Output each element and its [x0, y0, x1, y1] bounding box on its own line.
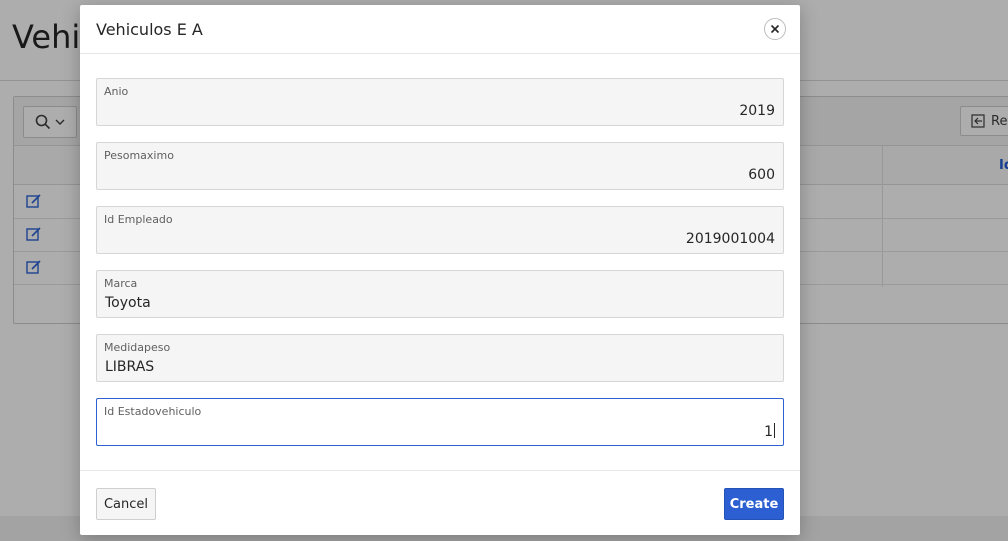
marca-label: Marca	[104, 277, 138, 290]
id-estadovehiculo-value: 1	[764, 424, 773, 440]
id-empleado-label: Id Empleado	[104, 213, 173, 226]
id-empleado-field[interactable]: Id Empleado 2019001004	[96, 206, 784, 254]
id-empleado-input[interactable]: 2019001004	[105, 231, 775, 247]
id-estadovehiculo-input[interactable]: 1	[105, 423, 775, 440]
id-estadovehiculo-field[interactable]: Id Estadovehiculo 1	[96, 398, 784, 446]
dialog-header: Vehiculos E A	[80, 5, 800, 54]
pesomaximo-input[interactable]: 600	[105, 167, 775, 183]
dialog-footer: Cancel Create	[80, 470, 800, 536]
marca-field[interactable]: Marca Toyota	[96, 270, 784, 318]
text-caret	[774, 423, 775, 438]
pesomaximo-field[interactable]: Pesomaximo 600	[96, 142, 784, 190]
dialog-title: Vehiculos E A	[96, 20, 203, 39]
medidapeso-input[interactable]: LIBRAS	[105, 359, 775, 375]
id-estadovehiculo-label: Id Estadovehiculo	[104, 405, 202, 418]
medidapeso-field[interactable]: Medidapeso LIBRAS	[96, 334, 784, 382]
close-icon	[770, 24, 780, 34]
anio-input[interactable]: 2019	[105, 103, 775, 119]
anio-label: Anio	[104, 85, 129, 98]
cancel-button[interactable]: Cancel	[96, 488, 156, 520]
marca-input[interactable]: Toyota	[105, 295, 775, 311]
pesomaximo-label: Pesomaximo	[104, 149, 174, 162]
close-button[interactable]	[764, 18, 786, 40]
dialog-body: Anio 2019 Pesomaximo 600 Id Empleado 201…	[80, 54, 800, 470]
anio-field[interactable]: Anio 2019	[96, 78, 784, 126]
vehiculos-dialog: Vehiculos E A Anio 2019 Pesomaximo 600 I…	[80, 5, 800, 535]
medidapeso-label: Medidapeso	[104, 341, 171, 354]
create-button[interactable]: Create	[724, 488, 784, 520]
